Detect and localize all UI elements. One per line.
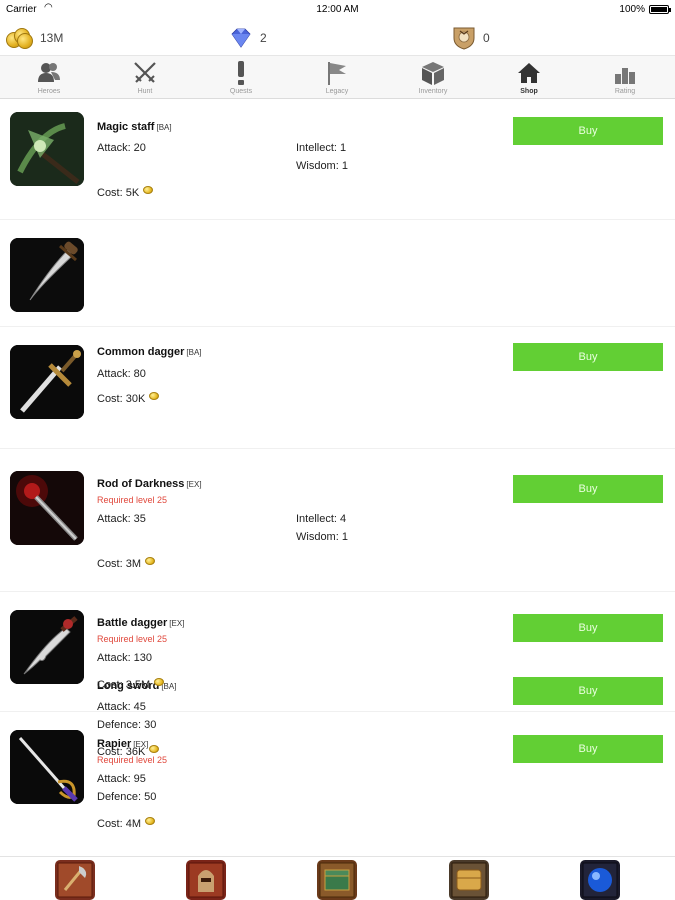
house-icon [481, 60, 577, 86]
rapier-icon [10, 730, 84, 804]
buy-button[interactable]: Buy [513, 117, 663, 145]
item-stat: Intellect: 4 [296, 513, 347, 525]
dagger-icon [10, 238, 84, 312]
buy-button[interactable]: Buy [513, 614, 663, 642]
clock: 12:00 AM [316, 4, 359, 15]
shop-item: Long sword [BA] Attack: 45 Defence: 30 Co… [0, 327, 675, 758]
diamond-icon [228, 28, 254, 48]
badge-counter: 0 [451, 26, 490, 50]
tab-shop[interactable]: Shop [481, 56, 577, 100]
shop-item: Rapier [EX] Required level 25 Attack: 95 … [0, 712, 675, 852]
item-name: Battle dagger [97, 617, 168, 629]
battery-icon [649, 5, 671, 14]
item-name: Magic staff [97, 121, 155, 133]
tab-label: Inventory [418, 88, 448, 95]
shield-badge-icon [451, 26, 477, 50]
buy-button[interactable]: Buy [513, 475, 663, 503]
item-grade: [EX] [169, 619, 185, 628]
item-stat: Attack: 20 [97, 142, 146, 154]
gold-coin-icon [145, 557, 156, 565]
gold-counter: 13M [6, 26, 63, 50]
gem-counter: 2 [228, 26, 267, 50]
exclamation-icon [193, 60, 289, 86]
bottom-quick-bar [0, 856, 675, 900]
gold-value: 13M [40, 31, 64, 45]
gold-coin-icon [143, 186, 154, 194]
gem-value: 2 [260, 31, 267, 45]
tab-label: Quests [229, 88, 253, 95]
item-cost: Cost: 5K [97, 187, 140, 199]
tab-label: Hunt [137, 88, 153, 95]
item-stat: Wisdom: 1 [296, 160, 348, 172]
buy-button[interactable]: Buy [513, 735, 663, 763]
required-level: Required level 25 [97, 755, 168, 765]
item-stat: Attack: 35 [97, 513, 146, 525]
tab-label: Shop [520, 88, 538, 95]
item-cost: Cost: 4M [97, 818, 142, 830]
tab-label: Heroes [37, 88, 61, 95]
warrior-helmet-icon[interactable] [186, 860, 226, 900]
badge-value: 0 [483, 31, 490, 45]
box-icon [385, 60, 481, 86]
item-grade: [BA] [156, 123, 172, 132]
gold-coins-icon [6, 27, 34, 49]
gold-coin-icon [154, 678, 165, 686]
item-stat: Defence: 50 [97, 791, 157, 803]
tab-hunt[interactable]: Hunt [97, 56, 193, 100]
flag-icon [289, 60, 385, 86]
heroes-icon [1, 60, 97, 86]
item-stat: Attack: 130 [97, 652, 153, 664]
item-stat: Wisdom: 1 [296, 531, 348, 543]
shop-item: Magic staff [BA] Attack: 20 Intellect: 1 … [0, 100, 675, 220]
sapphire-gem-icon[interactable] [580, 860, 620, 900]
battle-dagger-icon [10, 610, 84, 684]
item-name: Rod of Darkness [97, 478, 185, 490]
shop-item: Common dagger [BA] Attack: 80 Cost: 30K B… [0, 220, 675, 405]
item-stat: Intellect: 1 [296, 142, 347, 154]
required-level: Required level 25 [97, 495, 168, 505]
item-cost: Cost: 3M [97, 558, 142, 570]
crossed-swords-icon [97, 60, 193, 86]
tab-inventory[interactable]: Inventory [385, 56, 481, 100]
item-grade: [EX] [133, 740, 149, 749]
item-cost: Cost: 3.5M [97, 679, 151, 691]
status-bar: Carrier ◠ 12:00 AM 100% [0, 0, 675, 20]
tab-label: Legacy [325, 88, 349, 95]
battery-percent: 100% [619, 4, 645, 15]
required-level: Required level 25 [97, 634, 168, 644]
rod-of-darkness-icon [10, 471, 84, 545]
tab-legacy[interactable]: Legacy [289, 56, 385, 100]
scroll-chest-icon[interactable] [449, 860, 489, 900]
shop-item: Battle dagger [EX] Required level 25 Atta… [0, 592, 675, 712]
shop-item: Rod of Darkness [EX] Required level 25 At… [0, 449, 675, 592]
gold-coin-icon [145, 817, 156, 825]
tab-label: Rating [614, 88, 636, 95]
tab-heroes[interactable]: Heroes [1, 56, 97, 100]
long-sword-icon [10, 345, 84, 419]
axe-tool-icon[interactable] [55, 860, 95, 900]
resource-bar: 13M 2 0 [0, 22, 675, 54]
item-grade: [EX] [186, 480, 202, 489]
treasure-chest-icon[interactable] [317, 860, 357, 900]
main-tab-bar: Heroes Hunt Quests Legacy Inventory Shop… [0, 55, 675, 99]
magic-staff-icon [10, 112, 84, 186]
tab-quests[interactable]: Quests [193, 56, 289, 100]
tab-rating[interactable]: Rating [577, 56, 673, 100]
item-name: Rapier [97, 738, 132, 750]
bar-chart-icon [577, 60, 673, 86]
item-stat: Attack: 95 [97, 773, 146, 785]
